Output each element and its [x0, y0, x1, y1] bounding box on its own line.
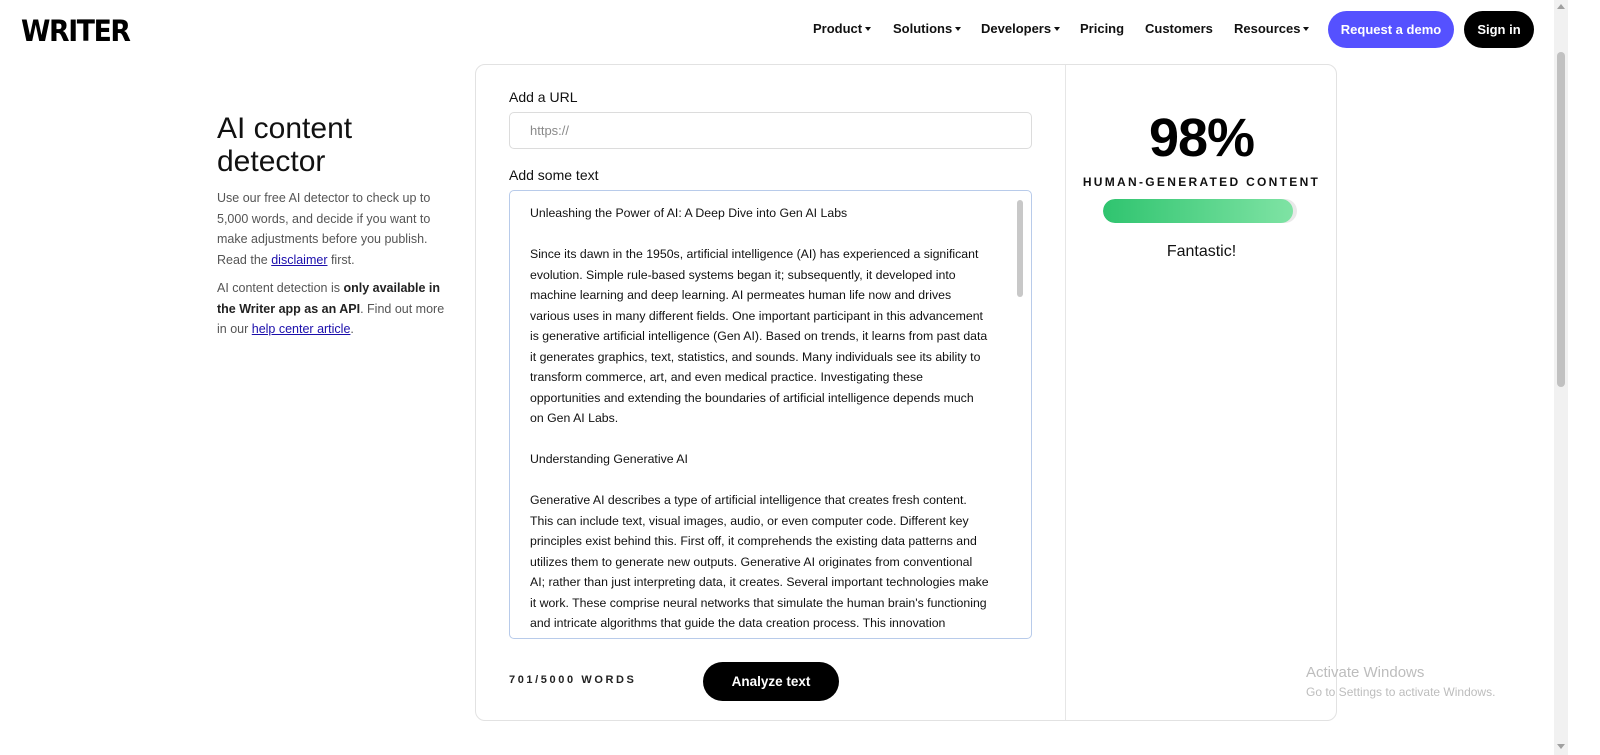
activate-windows-title: Activate Windows: [1306, 664, 1425, 681]
url-input[interactable]: [509, 112, 1032, 149]
nav-pricing[interactable]: Pricing: [1080, 21, 1124, 36]
nav-developers[interactable]: Developers: [981, 21, 1061, 36]
url-label: Add a URL: [509, 89, 578, 105]
writer-logo[interactable]: WRITER: [21, 14, 131, 48]
activate-windows-subtitle: Go to Settings to activate Windows.: [1306, 685, 1496, 699]
scroll-down-arrow-icon[interactable]: [1557, 744, 1565, 749]
nav-solutions[interactable]: Solutions: [893, 21, 962, 36]
site-header: WRITER Product Solutions Developers Pric…: [0, 0, 1584, 62]
help-center-link[interactable]: help center article: [252, 322, 351, 336]
score-bar-fill: [1103, 199, 1294, 223]
word-count: 701/5000 WORDS: [509, 674, 637, 686]
textarea-scrollbar[interactable]: [1017, 200, 1023, 297]
nav-pricing-label: Pricing: [1080, 21, 1125, 36]
text-input-area[interactable]: Unleashing the Power of AI: A Deep Dive …: [509, 190, 1032, 639]
chevron-down-icon: [1054, 27, 1061, 31]
analyze-text-button[interactable]: Analyze text: [703, 662, 839, 701]
page-title: AI content detector: [217, 112, 452, 178]
text-content: Unleashing the Power of AI: A Deep Dive …: [530, 203, 990, 638]
nav-developers-label: Developers: [981, 21, 1052, 36]
score-verdict: Fantastic!: [1166, 243, 1237, 260]
sign-in-button[interactable]: Sign in: [1464, 11, 1534, 48]
chevron-down-icon: [955, 27, 962, 31]
intro-text: .: [350, 322, 354, 336]
scroll-up-arrow-icon[interactable]: [1557, 4, 1565, 9]
nav-resources[interactable]: Resources: [1234, 21, 1310, 36]
text-paragraph: Since its dawn in the 1950s, artificial …: [530, 247, 988, 425]
page-title-line2: detector: [217, 145, 326, 178]
page-title-line1: AI content: [217, 112, 353, 145]
score-bar: [1103, 199, 1297, 223]
chevron-down-icon: [865, 27, 872, 31]
score-value: 98%: [1148, 108, 1255, 168]
nav-customers[interactable]: Customers: [1145, 21, 1213, 36]
text-paragraph: Understanding Generative AI: [530, 452, 688, 466]
disclaimer-link[interactable]: disclaimer: [271, 253, 327, 267]
text-label: Add some text: [509, 167, 599, 183]
intro-text: first.: [327, 252, 355, 267]
page-scrollbar[interactable]: [1554, 0, 1568, 755]
intro-availability: AI content detection is only available i…: [217, 278, 452, 340]
nav-product[interactable]: Product: [813, 21, 872, 36]
intro-description: Use our free AI detector to check up to …: [217, 188, 452, 270]
intro-text: AI content detection is: [217, 281, 344, 295]
scrollbar-thumb[interactable]: [1557, 52, 1565, 387]
nav-solutions-label: Solutions: [893, 21, 953, 36]
nav-resources-label: Resources: [1234, 21, 1301, 36]
request-demo-button[interactable]: Request a demo: [1328, 11, 1454, 48]
nav-product-label: Product: [813, 21, 863, 36]
detector-card: Add a URL Add some text Unleashing the P…: [475, 64, 1337, 721]
nav-customers-label: Customers: [1145, 21, 1213, 36]
chevron-down-icon: [1303, 27, 1310, 31]
score-label: HUMAN-GENERATED CONTENT: [1082, 175, 1321, 189]
text-paragraph: Generative AI describes a type of artifi…: [530, 493, 989, 638]
intro-section: AI content detector Use our free AI dete…: [217, 112, 452, 340]
text-paragraph: Unleashing the Power of AI: A Deep Dive …: [530, 206, 848, 220]
